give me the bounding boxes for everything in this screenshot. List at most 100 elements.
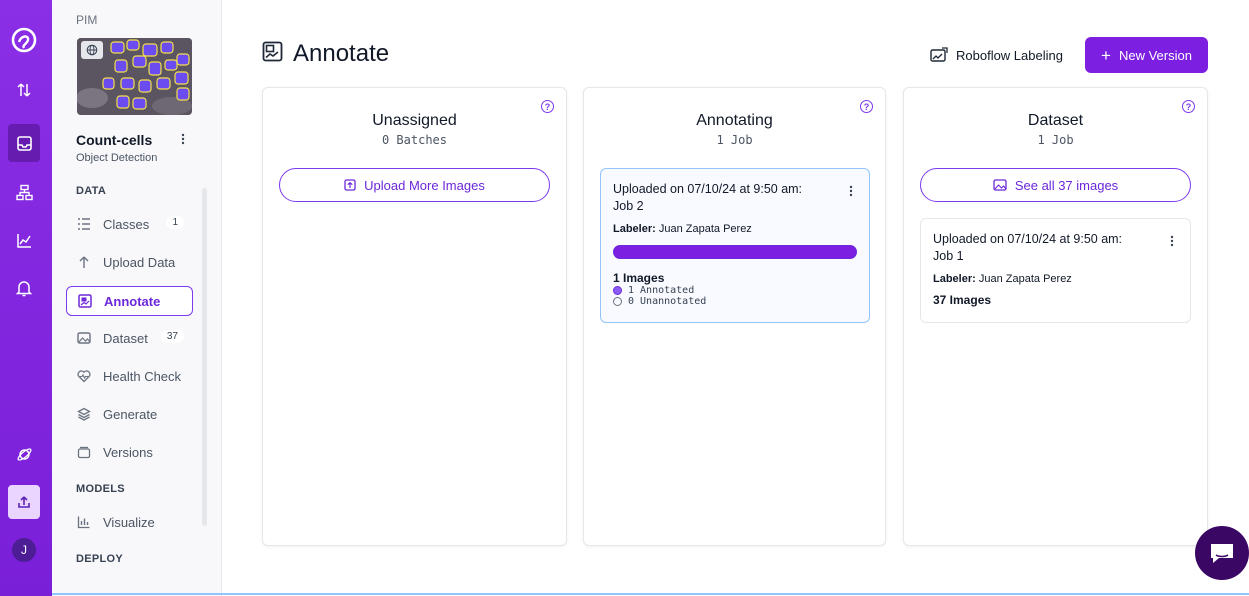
image-icon [76, 330, 92, 346]
heart-pulse-icon [76, 368, 92, 384]
labeler-key: Labeler: [933, 273, 976, 285]
sidebar-item-generate[interactable]: Generate [66, 399, 193, 429]
sidebar-item-label: Visualize [103, 514, 155, 530]
main-content: Annotate Roboflow Labeling + New Version… [222, 0, 1249, 596]
sidebar-item-label: Classes [103, 216, 150, 232]
labeler-key: Labeler: [613, 223, 656, 235]
list-icon [76, 216, 92, 232]
annotate-icon [262, 41, 283, 67]
column-subtitle: 1 Job [1037, 133, 1074, 147]
column-subtitle: 1 Job [716, 133, 753, 147]
upload-more-images-button[interactable]: Upload More Images [279, 168, 550, 202]
page-title: Annotate [293, 40, 390, 67]
column-subtitle: 0 Batches [381, 133, 448, 147]
sidebar-item-label: Upload Data [103, 254, 176, 270]
labeling-icon [930, 47, 948, 63]
dataset-count-badge: 37 [160, 330, 184, 343]
transfer-icon[interactable] [8, 74, 40, 106]
arrow-up-icon [76, 254, 92, 270]
images-count: 1 Images [613, 271, 665, 285]
section-models: MODELS [76, 483, 125, 495]
unannotated-stat: 0 Unannotated [613, 296, 857, 307]
see-all-images-button[interactable]: See all 37 images [920, 168, 1191, 202]
new-version-button[interactable]: + New Version [1085, 37, 1208, 73]
labeler-name: Juan Zapata Perez [978, 273, 1072, 285]
annotated-label: 1 Annotated [628, 285, 695, 296]
job-title: Uploaded on 07/10/24 at 9:50 am: Job 1 [933, 231, 1153, 265]
column-title: Annotating [696, 112, 773, 129]
planet-icon[interactable] [8, 438, 40, 470]
dataset-column: ? Dataset 1 Job See all 37 images Upload… [903, 87, 1208, 546]
unannotated-dot-icon [613, 297, 622, 306]
sidebar-item-visualize[interactable]: Visualize [66, 507, 193, 537]
chat-icon [1211, 544, 1233, 563]
roboflow-labeling-button[interactable]: Roboflow Labeling [928, 37, 1065, 73]
images-count: 37 Images [933, 293, 992, 307]
project-name: Count-cells [76, 132, 153, 148]
project-type: Object Detection [76, 152, 158, 164]
column-title: Unassigned [372, 112, 457, 129]
sidebar-item-annotate[interactable]: Annotate [66, 286, 193, 316]
plus-icon: + [1101, 45, 1111, 65]
upload-icon[interactable] [8, 485, 40, 519]
chart-icon [76, 514, 92, 530]
sidebar-item-classes[interactable]: Classes 1 [66, 209, 193, 239]
unassigned-column: ? Unassigned 0 Batches Upload More Image… [262, 87, 567, 546]
annotate-icon [77, 293, 93, 309]
sidebar-item-label: Generate [103, 406, 158, 422]
job-name: Job 2 [613, 199, 644, 213]
job-menu-icon[interactable] [1166, 233, 1178, 249]
sidebar-item-versions[interactable]: Versions [66, 437, 193, 467]
labeler-line: Labeler: Juan Zapata Perez [613, 223, 857, 235]
project-code: PIM [76, 13, 98, 27]
job-card[interactable]: Uploaded on 07/10/24 at 9:50 am: Job 1 L… [920, 218, 1191, 323]
labeler-name: Juan Zapata Perez [658, 223, 752, 235]
annotated-dot-icon [613, 286, 622, 295]
job-upload-date: Uploaded on 07/10/24 at 9:50 am: [613, 182, 803, 196]
chat-support-button[interactable] [1195, 526, 1249, 580]
upload-more-images-label: Upload More Images [364, 177, 485, 193]
avatar[interactable]: J [12, 538, 36, 562]
sidebar-item-label: Annotate [104, 293, 161, 309]
hierarchy-icon[interactable] [8, 176, 40, 208]
job-name: Job 1 [933, 249, 964, 263]
job-title: Uploaded on 07/10/24 at 9:50 am: Job 2 [613, 181, 833, 215]
labeler-line: Labeler: Juan Zapata Perez [933, 273, 1178, 285]
sidebar-item-label: Versions [103, 444, 153, 460]
roboflow-labeling-label: Roboflow Labeling [956, 47, 1063, 63]
sidebar-item-dataset[interactable]: Dataset 37 [66, 323, 193, 353]
project-menu-icon[interactable] [175, 130, 191, 148]
project-sidebar: PIM Count-cells Object Detection DATA Cl… [52, 0, 222, 596]
annotation-progress-bar [613, 245, 857, 259]
unannotated-label: 0 Unannotated [628, 296, 707, 307]
sidebar-item-upload-data[interactable]: Upload Data [66, 247, 193, 277]
section-deploy: DEPLOY [76, 553, 124, 565]
images-icon [993, 179, 1007, 191]
layers-icon [76, 406, 92, 422]
classes-count-badge: 1 [166, 216, 184, 229]
versions-icon [76, 444, 92, 460]
sidebar-item-label: Health Check [103, 368, 182, 384]
inbox-icon[interactable] [8, 124, 40, 162]
globe-icon [81, 41, 103, 59]
logo-icon[interactable] [8, 24, 40, 56]
job-menu-icon[interactable] [845, 183, 857, 199]
project-thumbnail[interactable] [77, 38, 192, 115]
page-header: Annotate [262, 40, 389, 68]
bottom-divider [52, 593, 1249, 595]
sidebar-scrollbar[interactable] [202, 188, 207, 526]
new-version-label: New Version [1118, 47, 1192, 63]
column-title: Dataset [1027, 112, 1084, 129]
section-data: DATA [76, 185, 107, 197]
bell-icon[interactable] [8, 272, 40, 304]
annotating-column: ? Annotating 1 Job Uploaded on 07/10/24 … [583, 87, 886, 546]
annotated-stat: 1 Annotated [613, 285, 857, 296]
job-upload-date: Uploaded on 07/10/24 at 9:50 am: [933, 232, 1123, 246]
see-all-images-label: See all 37 images [1014, 177, 1119, 193]
analytics-icon[interactable] [8, 224, 40, 256]
sidebar-item-health-check[interactable]: Health Check [66, 361, 193, 391]
job-card[interactable]: Uploaded on 07/10/24 at 9:50 am: Job 2 L… [600, 168, 870, 323]
icon-rail: J [0, 0, 52, 596]
upload-box-icon [344, 179, 356, 191]
sidebar-item-label: Dataset [103, 330, 148, 346]
